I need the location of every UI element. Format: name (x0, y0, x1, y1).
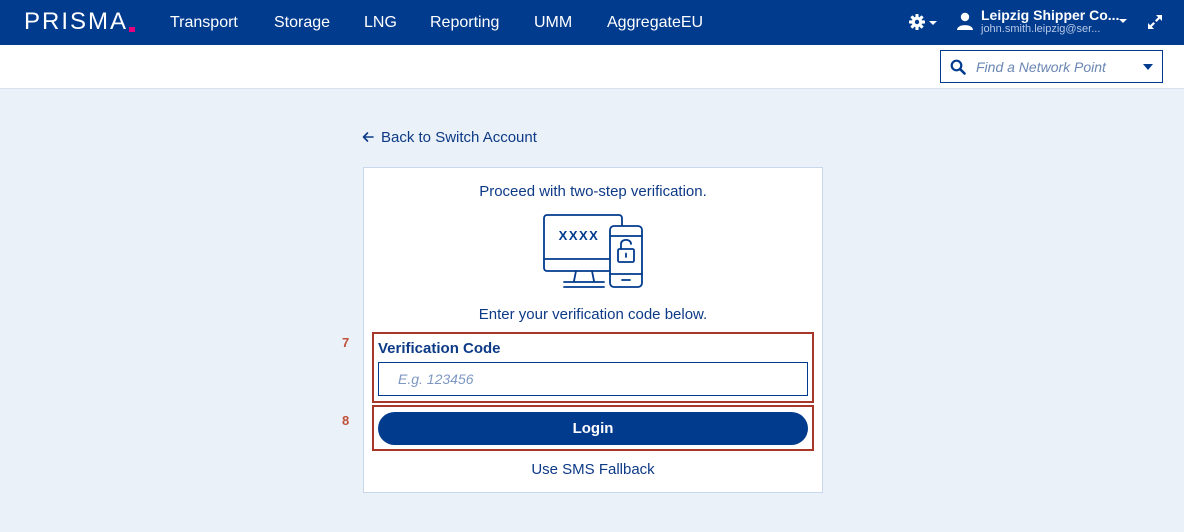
network-point-search[interactable]: Find a Network Point (940, 50, 1163, 83)
settings-menu[interactable] (908, 12, 940, 32)
back-link-label: Back to Switch Account (381, 129, 537, 146)
annotation-number: 8 (342, 413, 350, 428)
verification-code-input[interactable] (378, 362, 808, 396)
search-icon (950, 59, 966, 75)
card-title: Proceed with two-step verification. (479, 183, 707, 200)
caret-down-icon (1143, 64, 1153, 70)
network-point-placeholder: Find a Network Point (976, 59, 1106, 75)
two-step-verification-illustration: XXXX (543, 214, 643, 288)
nav-storage[interactable]: Storage (274, 14, 330, 32)
arrow-left-icon (362, 132, 374, 142)
chevron-down-icon (1119, 19, 1127, 23)
user-name: Leipzig Shipper Co... (981, 7, 1120, 23)
verification-code-label: Verification Code (378, 340, 501, 357)
nav-umm[interactable]: UMM (534, 14, 572, 32)
nav-lng[interactable]: LNG (364, 14, 397, 32)
nav-aggregateeu[interactable]: AggregateEU (607, 14, 703, 32)
nav-transport[interactable]: Transport (170, 14, 238, 32)
logo-accent-dot (129, 27, 135, 32)
top-nav-bar: PRISMA Transport Storage LNG Reporting U… (0, 0, 1184, 45)
expand-button[interactable] (1147, 14, 1163, 30)
user-email: john.smith.leipzig@ser... (981, 23, 1101, 35)
user-menu[interactable]: Leipzig Shipper Co... john.smith.leipzig… (957, 6, 1127, 40)
user-icon (957, 12, 973, 30)
chevron-down-icon (929, 21, 937, 25)
nav-reporting[interactable]: Reporting (430, 14, 499, 32)
prisma-logo[interactable]: PRISMA (24, 8, 128, 36)
annotation-number: 7 (342, 335, 350, 350)
expand-icon (1148, 15, 1162, 29)
card-subtitle: Enter your verification code below. (478, 306, 708, 323)
login-button[interactable]: Login (378, 412, 808, 445)
gear-icon (909, 14, 937, 30)
sms-fallback-link[interactable]: Use SMS Fallback (363, 461, 823, 478)
masked-code-text: XXXX (559, 228, 600, 243)
